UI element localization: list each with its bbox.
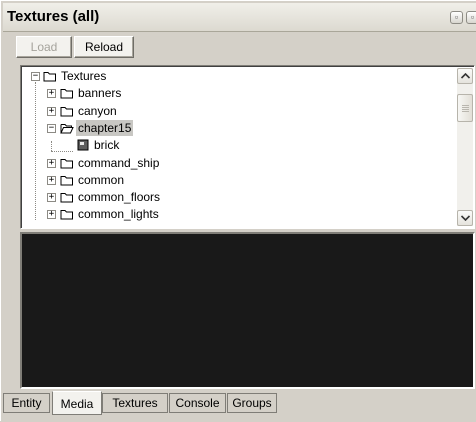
- tree-node-brick[interactable]: brick: [21, 137, 451, 153]
- scroll-grip-icon: [462, 107, 469, 108]
- scroll-down-arrow-icon[interactable]: [457, 210, 473, 226]
- texture-toolbar: Load Reload: [1, 32, 476, 62]
- tree-node-Textures[interactable]: − Textures: [21, 68, 451, 84]
- tab-entity[interactable]: Entity: [3, 393, 50, 413]
- tree-node-label: canyon: [78, 103, 117, 118]
- tree-node-common-lights[interactable]: + common_lights: [21, 206, 451, 222]
- texture-preview-panel: [20, 232, 475, 389]
- folder-icon: [60, 175, 73, 186]
- restore-icon[interactable]: ▫: [450, 11, 463, 24]
- tree-node-command-ship[interactable]: + command_ship: [21, 155, 451, 171]
- scroll-up-arrow-icon[interactable]: [457, 68, 473, 84]
- folder-open-icon: [60, 123, 74, 134]
- folder-icon: [60, 193, 73, 203]
- folder-icon: [43, 72, 56, 82]
- tree-node-label: chapter15: [76, 119, 134, 136]
- tree-node-label: command_ship: [78, 155, 160, 170]
- tree-node-label: common: [78, 172, 125, 187]
- folder-icon: [60, 210, 73, 220]
- texture-file-icon: [77, 139, 89, 151]
- expand-toggle-icon[interactable]: +: [47, 193, 56, 203]
- tree-node-label: banners: [78, 86, 122, 101]
- tree-node-banners[interactable]: + banners: [21, 85, 451, 101]
- textures-window: Textures (all) ▫ ▫ Load Reload − Textures…: [0, 0, 476, 421]
- tree-node-canyon[interactable]: + canyon: [21, 103, 451, 119]
- tab-strip: Entity Media Textures Console Groups: [1, 391, 476, 422]
- tab-groups[interactable]: Groups: [227, 393, 277, 413]
- collapse-toggle-icon[interactable]: −: [47, 123, 56, 133]
- scroll-grip-icon: [462, 109, 469, 110]
- tab-console[interactable]: Console: [169, 393, 226, 413]
- tree-vertical-scrollbar[interactable]: [457, 68, 473, 226]
- close-icon[interactable]: ▫: [466, 11, 476, 24]
- expand-toggle-icon[interactable]: +: [47, 210, 56, 220]
- tree-node-label: Textures: [61, 69, 107, 83]
- expand-toggle-icon[interactable]: +: [47, 106, 56, 116]
- scroll-grip-icon: [462, 105, 469, 106]
- folder-icon: [60, 158, 73, 168]
- tree-node-label: common_floors: [78, 190, 161, 205]
- window-title-bar[interactable]: Textures (all) ▫ ▫: [3, 3, 476, 32]
- tree-node-common-floors[interactable]: + common_floors: [21, 189, 451, 205]
- window-title: Textures (all): [7, 8, 100, 25]
- load-button[interactable]: Load: [16, 36, 72, 58]
- scroll-thumb[interactable]: [457, 94, 473, 122]
- reload-button[interactable]: Reload: [74, 36, 134, 58]
- expand-toggle-icon[interactable]: +: [47, 158, 56, 168]
- scroll-grip-icon: [462, 111, 469, 112]
- expand-toggle-icon[interactable]: +: [47, 89, 56, 99]
- tab-textures[interactable]: Textures: [102, 393, 168, 413]
- tree-node-common[interactable]: + common: [21, 172, 451, 188]
- folder-icon: [60, 89, 73, 99]
- expand-toggle-icon[interactable]: +: [47, 175, 56, 185]
- tree-node-chapter15[interactable]: − chapter15: [21, 119, 451, 136]
- tab-media[interactable]: Media: [52, 391, 102, 415]
- tree-node-label: common_lights: [78, 207, 159, 222]
- tree-node-label: brick: [94, 138, 120, 153]
- texture-tree[interactable]: − Textures + banners + canyon − chapter15 brick +…: [20, 65, 475, 229]
- folder-icon: [60, 106, 73, 117]
- collapse-toggle-icon[interactable]: −: [31, 72, 40, 81]
